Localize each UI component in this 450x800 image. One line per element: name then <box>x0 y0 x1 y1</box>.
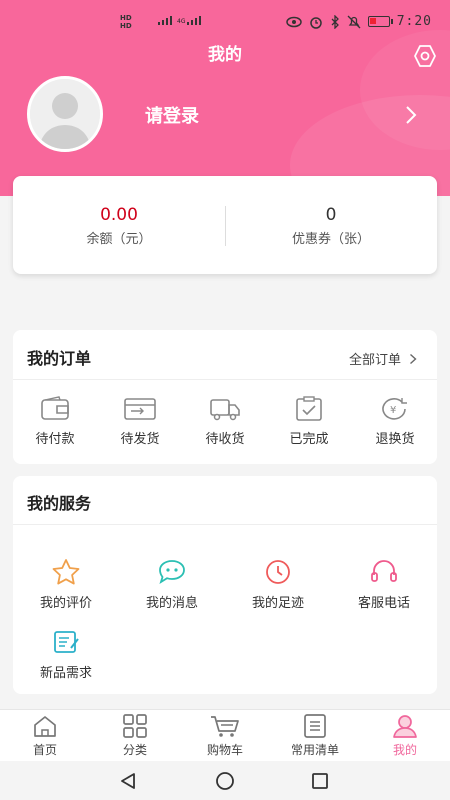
avatar[interactable] <box>27 76 131 152</box>
star-icon <box>52 559 80 585</box>
cart-icon <box>211 716 239 737</box>
page-title: 我的 <box>208 45 242 65</box>
order-label: 退换货 <box>375 432 415 447</box>
chevron-right-icon <box>410 353 417 364</box>
service-label: 我的评价 <box>39 596 92 611</box>
service-messages[interactable]: 我的消息 <box>119 558 225 611</box>
service-label: 我的足迹 <box>251 596 304 611</box>
services-title: 我的服务 <box>27 494 92 513</box>
bluetooth-icon <box>331 14 339 29</box>
list-icon <box>304 714 326 738</box>
grid-icon <box>123 714 147 738</box>
balance-value: 0.00 <box>100 205 138 225</box>
card-send-icon <box>124 398 156 420</box>
order-completed[interactable]: 已完成 <box>267 396 351 447</box>
divider <box>13 379 437 380</box>
order-label: 已完成 <box>289 432 329 447</box>
chevron-right-icon[interactable] <box>403 104 419 126</box>
order-label: 待发货 <box>120 432 160 447</box>
tab-label: 我的 <box>392 743 417 757</box>
clock-time: 7:20 <box>396 14 432 29</box>
signal-icon: 4G <box>158 16 202 25</box>
service-reviews[interactable]: 我的评价 <box>13 558 119 611</box>
service-label: 客服电话 <box>357 596 410 611</box>
tab-label: 首页 <box>32 743 57 757</box>
orders-card: 我的订单 全部订单 待付款 待发货 待收货 已完成 ¥ 退换货 <box>13 330 437 464</box>
refund-icon: ¥ <box>382 398 407 420</box>
system-nav-bar <box>0 761 450 800</box>
service-label: 我的消息 <box>145 596 198 611</box>
settings-gear-icon[interactable] <box>411 43 439 69</box>
service-history[interactable]: 我的足迹 <box>225 558 331 611</box>
clipboard-check-icon <box>296 396 322 421</box>
svg-text:¥: ¥ <box>390 405 396 416</box>
bottom-tab-bar: 首页 分类 购物车 常用清单 我的 <box>0 709 450 761</box>
tab-profile[interactable]: 我的 <box>360 714 450 758</box>
truck-icon <box>210 399 240 421</box>
order-pending-payment[interactable]: 待付款 <box>13 396 97 447</box>
headset-icon <box>371 560 397 582</box>
status-bar: HD HD 4G 7:20 <box>0 12 450 34</box>
tab-label: 分类 <box>122 743 147 757</box>
service-new-product-request[interactable]: 新品需求 <box>13 628 119 681</box>
clock-icon <box>266 560 290 584</box>
tab-category[interactable]: 分类 <box>90 714 180 758</box>
service-hotline[interactable]: 客服电话 <box>331 558 437 611</box>
service-label: 新品需求 <box>39 666 92 681</box>
home-icon <box>34 716 56 737</box>
order-returns[interactable]: ¥ 退换货 <box>353 396 437 447</box>
back-icon[interactable] <box>118 771 138 791</box>
profile-header: HD HD 4G 7:20 我的 请登录 <box>0 0 450 196</box>
tab-label: 购物车 <box>206 743 243 757</box>
tab-cart[interactable]: 购物车 <box>180 714 270 758</box>
services-card: 我的服务 我的评价 我的消息 我的足迹 客服电话 新品需求 <box>13 476 437 694</box>
tab-home[interactable]: 首页 <box>0 714 90 758</box>
order-pending-shipment[interactable]: 待发货 <box>98 396 182 447</box>
balance-card: 0.00 余额（元） 0 优惠券（张） <box>13 176 437 274</box>
network-indicator: HD HD <box>120 14 132 30</box>
order-pending-receipt[interactable]: 待收货 <box>183 396 267 447</box>
eye-icon <box>285 16 302 27</box>
user-icon <box>393 715 417 738</box>
order-label: 待付款 <box>35 432 75 447</box>
orders-title: 我的订单 <box>27 349 92 368</box>
coupon-value: 0 <box>325 205 337 225</box>
order-label: 待收货 <box>205 432 245 447</box>
home-circle-icon[interactable] <box>214 771 236 791</box>
coupon-item[interactable]: 0 优惠券（张） <box>225 204 437 247</box>
battery-icon <box>367 16 393 27</box>
balance-item[interactable]: 0.00 余额（元） <box>13 204 225 247</box>
all-orders-label: 全部订单 <box>348 353 401 368</box>
coupon-label: 优惠券（张） <box>291 232 370 247</box>
alarm-icon <box>309 16 322 29</box>
all-orders-link[interactable]: 全部订单 <box>349 349 417 368</box>
tab-shopping-list[interactable]: 常用清单 <box>270 714 360 758</box>
balance-label: 余额（元） <box>86 232 152 247</box>
login-link[interactable]: 请登录 <box>145 102 199 128</box>
tab-label: 常用清单 <box>290 743 339 757</box>
mute-icon <box>347 15 361 28</box>
recents-icon[interactable] <box>311 772 329 790</box>
chat-icon <box>159 560 185 585</box>
wallet-icon <box>41 396 69 420</box>
divider <box>13 524 437 525</box>
default-avatar-icon <box>30 79 100 149</box>
edit-note-icon <box>54 631 79 653</box>
